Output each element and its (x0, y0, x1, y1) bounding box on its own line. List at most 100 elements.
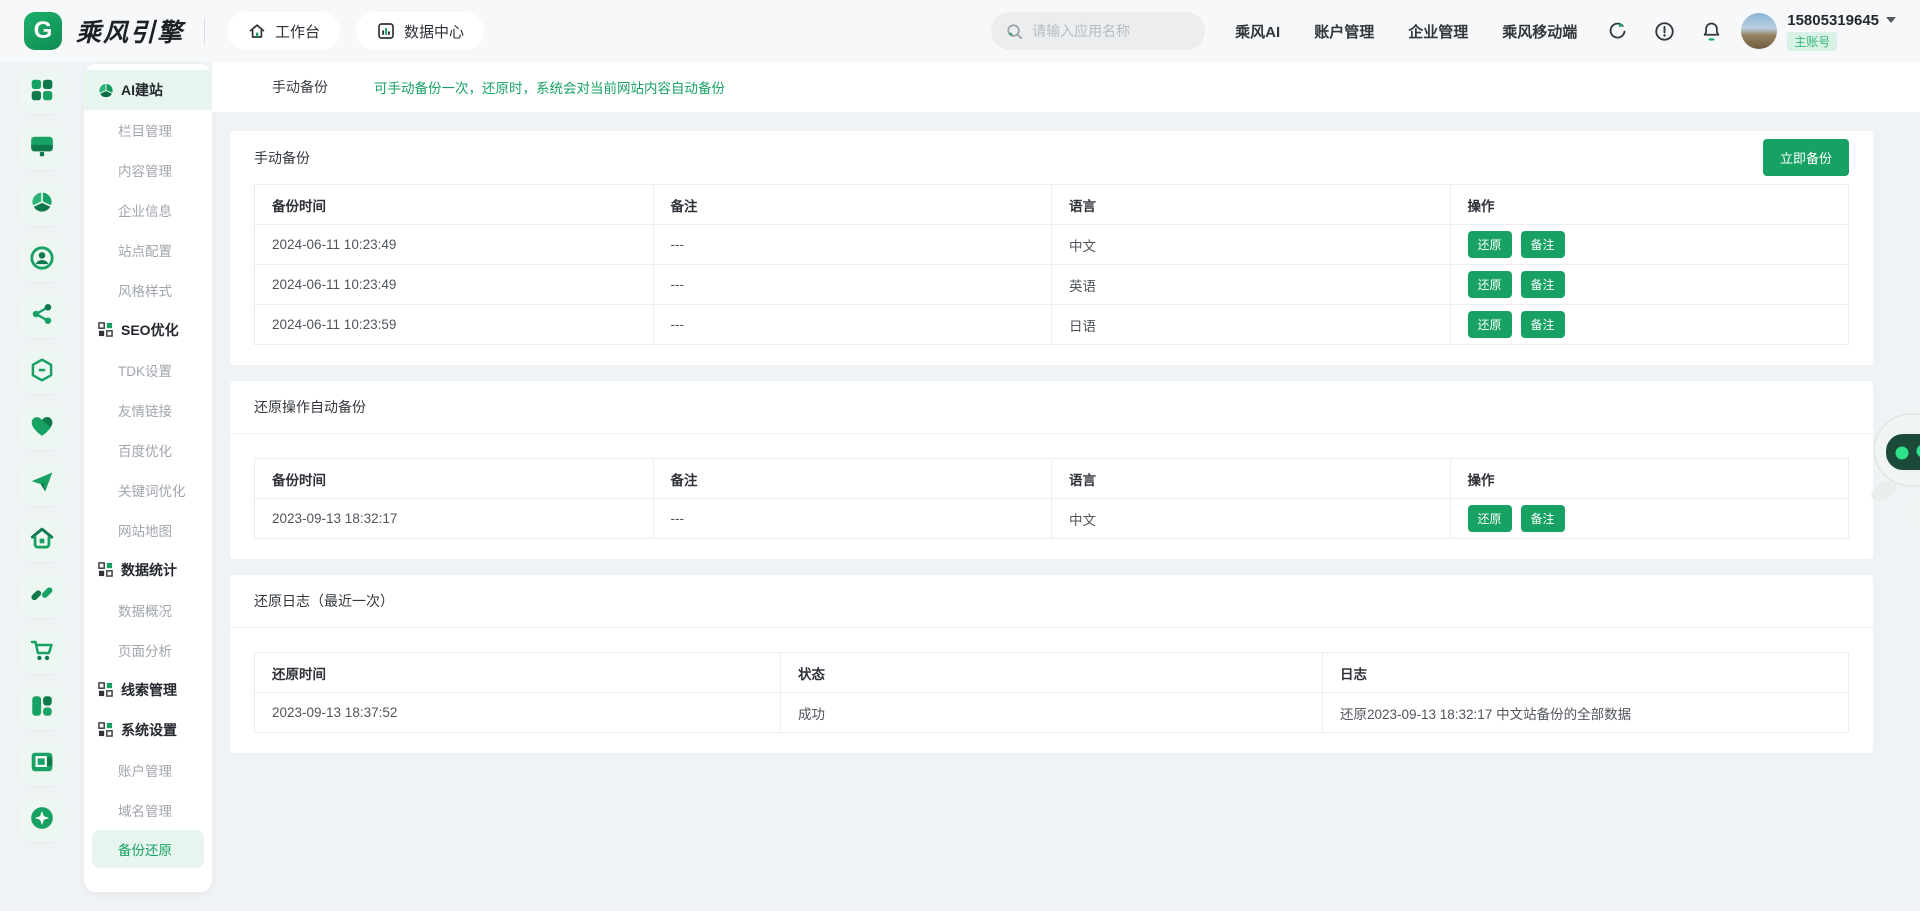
column-header: 语言 (1052, 459, 1451, 499)
account-menu[interactable]: 15805319645 主账号 (1741, 12, 1896, 51)
paper-plane-icon (29, 469, 55, 495)
restore-button[interactable]: 还原 (1468, 271, 1512, 298)
avatar[interactable] (1741, 13, 1777, 49)
rail-share-icon[interactable] (18, 290, 66, 338)
sidebar-item-系统设置[interactable]: 系统设置 (84, 710, 212, 750)
backup-now-button[interactable]: 立即备份 (1763, 139, 1849, 176)
sidebar-item-TDK设置[interactable]: TDK设置 (84, 350, 212, 390)
sidebar-item-label: 账户管理 (118, 760, 172, 780)
sidebar-item-label: 数据概况 (118, 600, 172, 620)
restore-button[interactable]: 还原 (1468, 505, 1512, 532)
rail-paper-plane-icon[interactable] (18, 458, 66, 506)
sidebar-item-label: 备份还原 (118, 839, 172, 859)
sidebar-item-栏目管理[interactable]: 栏目管理 (84, 110, 212, 150)
rail-site-monitor-icon[interactable] (18, 122, 66, 170)
sidebar-item-备份还原[interactable]: 备份还原 (92, 830, 204, 868)
chevron-down-icon[interactable] (1886, 17, 1896, 23)
sidebar-item-SEO优化[interactable]: SEO优化 (84, 310, 212, 350)
rail-home-icon[interactable] (18, 514, 66, 562)
table-row: 2023-09-13 18:37:52成功还原2023-09-13 18:32:… (255, 693, 1849, 733)
backup-card: 还原操作自动备份 备份时间备注语言操作 2023-09-13 18:32:17-… (230, 381, 1873, 559)
remark-button[interactable]: 备注 (1521, 311, 1565, 338)
sidebar-item-关键词优化[interactable]: 关键词优化 (84, 470, 212, 510)
workspace-button[interactable]: 工作台 (227, 12, 340, 50)
nav-enterprise-management[interactable]: 企业管理 (1408, 21, 1468, 42)
search-icon (1005, 22, 1024, 41)
table-cell: 2023-09-13 18:37:52 (255, 693, 781, 733)
rail-ai-builder-icon[interactable] (18, 178, 66, 226)
table-cell: 还原2023-09-13 18:32:17 中文站备份的全部数据 (1322, 693, 1848, 733)
sidebar-item-label: 栏目管理 (118, 120, 172, 140)
restore-button[interactable]: 还原 (1468, 311, 1512, 338)
heart-icon (29, 413, 55, 439)
sidebar-item-域名管理[interactable]: 域名管理 (84, 790, 212, 830)
sparkle-icon (29, 805, 55, 831)
sidebar-menu: AI建站栏目管理内容管理企业信息站点配置风格样式 SEO优化 TDK设置友情链接百度… (84, 64, 212, 892)
backup-table: 备份时间备注语言操作 2023-09-13 18:32:17---中文还原备注 (254, 458, 1849, 539)
sidebar-item-站点配置[interactable]: 站点配置 (84, 230, 212, 270)
sidebar-item-label: 风格样式 (118, 280, 172, 300)
actions-cell: 还原备注 (1450, 499, 1849, 539)
rail-contact-icon[interactable] (18, 234, 66, 282)
sidebar-item-label: 网站地图 (118, 520, 172, 540)
sidebar-item-页面分析[interactable]: 页面分析 (84, 630, 212, 670)
sidebar-item-百度优化[interactable]: 百度优化 (84, 430, 212, 470)
rail-layout-blocks-icon[interactable] (18, 682, 66, 730)
mascot-robot[interactable] (1862, 396, 1920, 536)
rail-heart-icon[interactable] (18, 402, 66, 450)
nav-chengfeng-ai[interactable]: 乘风AI (1235, 21, 1280, 42)
rail-dashboard-icon[interactable] (18, 66, 66, 114)
sidebar-item-友情链接[interactable]: 友情链接 (84, 390, 212, 430)
table-wrap: 备份时间备注语言操作 2023-09-13 18:32:17---中文还原备注 (254, 458, 1849, 559)
sidebar-item-风格样式[interactable]: 风格样式 (84, 270, 212, 310)
sidebar-item-企业信息[interactable]: 企业信息 (84, 190, 212, 230)
brand-logo-icon[interactable]: G (24, 12, 62, 50)
refresh-icon[interactable] (1605, 19, 1629, 43)
backup-card: 还原日志（最近一次） 还原时间状态日志 2023-09-13 18:37:52成… (230, 575, 1873, 753)
card-title: 还原操作自动备份 (254, 397, 366, 417)
remark-button[interactable]: 备注 (1521, 505, 1565, 532)
datacenter-button[interactable]: 数据中心 (356, 12, 484, 50)
remark-button[interactable]: 备注 (1521, 231, 1565, 258)
rail-hexagon-box-icon[interactable] (18, 346, 66, 394)
rail-sparkle-icon[interactable] (18, 794, 66, 842)
table-cell: 中文 (1052, 499, 1451, 539)
grid-section-icon (98, 562, 114, 578)
pie-chart-icon (98, 82, 114, 98)
dashboard-icon (29, 77, 55, 103)
sidebar-item-网站地图[interactable]: 网站地图 (84, 510, 212, 550)
search-input[interactable] (1032, 23, 1182, 39)
rail-cart-icon[interactable] (18, 626, 66, 674)
restore-button[interactable]: 还原 (1468, 231, 1512, 258)
backup-table: 还原时间状态日志 2023-09-13 18:37:52成功还原2023-09-… (254, 652, 1849, 733)
table-header-row: 还原时间状态日志 (255, 653, 1849, 693)
sidebar-item-数据统计[interactable]: 数据统计 (84, 550, 212, 590)
app-search[interactable] (991, 12, 1205, 50)
bar-chart-icon (376, 21, 396, 41)
column-header: 备份时间 (255, 185, 654, 225)
alert-icon[interactable] (1652, 19, 1676, 43)
grid-section-icon (98, 322, 114, 338)
sidebar-item-AI建站[interactable]: AI建站 (84, 70, 212, 110)
remark-button[interactable]: 备注 (1521, 271, 1565, 298)
sidebar-item-label: SEO优化 (121, 320, 179, 340)
account-phone: 15805319645 (1787, 12, 1879, 29)
sidebar-item-内容管理[interactable]: 内容管理 (84, 150, 212, 190)
top-nav: 乘风AI 账户管理 企业管理 乘风移动端 (1235, 21, 1577, 42)
sidebar-item-数据概况[interactable]: 数据概况 (84, 590, 212, 630)
rail-window-frame-icon[interactable] (18, 738, 66, 786)
rail-slash-pills-icon[interactable] (18, 570, 66, 618)
table-cell: 2024-06-11 10:23:59 (255, 305, 654, 345)
nav-account-management[interactable]: 账户管理 (1314, 21, 1374, 42)
sidebar-item-线索管理[interactable]: 线索管理 (84, 670, 212, 710)
sidebar-item-label: TDK设置 (118, 360, 172, 380)
workspace-label: 工作台 (275, 21, 320, 42)
home-outline-icon (247, 21, 267, 41)
nav-mobile[interactable]: 乘风移动端 (1502, 21, 1577, 42)
table-cell: 成功 (781, 693, 1323, 733)
sidebar-item-账户管理[interactable]: 账户管理 (84, 750, 212, 790)
table-row: 2024-06-11 10:23:49---中文还原备注 (255, 225, 1849, 265)
breadcrumb: 手动备份 可手动备份一次，还原时，系统会对当前网站内容自动备份 (212, 62, 1920, 112)
bell-icon[interactable] (1699, 19, 1723, 43)
datacenter-label: 数据中心 (404, 21, 464, 42)
